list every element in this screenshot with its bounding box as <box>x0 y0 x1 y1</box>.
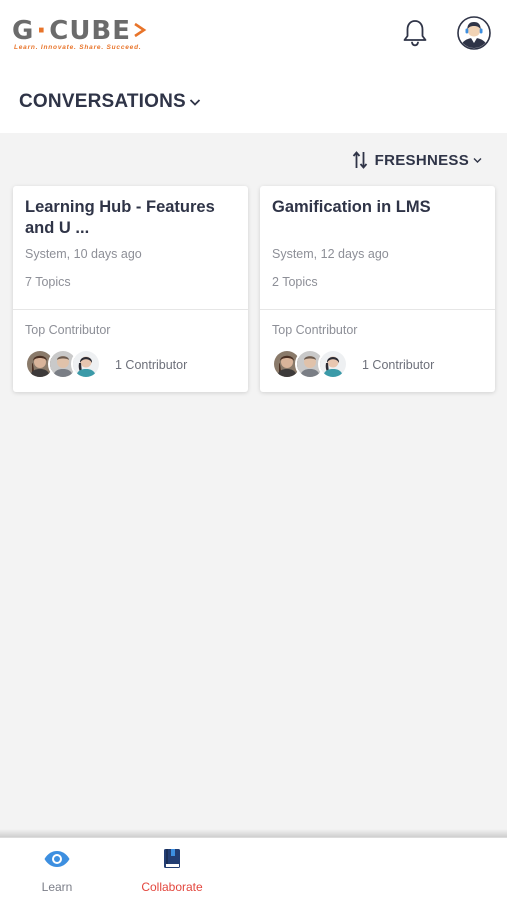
nav-learn-label: Learn <box>41 880 73 894</box>
contributor-avatar <box>318 349 348 379</box>
card-divider <box>13 309 248 310</box>
sort-freshness-dropdown[interactable]: FRESHNESS <box>352 151 482 169</box>
card-author-date: System, 12 days ago <box>272 247 389 261</box>
bottom-navigation: Learn Collaborate <box>0 837 507 900</box>
card-author-date: System, 10 days ago <box>25 247 142 261</box>
logo-dot: · <box>36 16 48 46</box>
conversation-card[interactable]: Learning Hub - Features and U ... System… <box>13 186 248 392</box>
bell-icon[interactable] <box>401 18 429 48</box>
top-contributor-label: Top Contributor <box>272 323 358 337</box>
card-topic-count: 7 Topics <box>25 275 71 289</box>
chevron-down-icon <box>189 99 201 106</box>
nav-collaborate-label: Collaborate <box>141 880 203 894</box>
top-contributor-label: Top Contributor <box>25 323 111 337</box>
card-divider <box>260 309 495 310</box>
gcube-logo[interactable]: G · CUBE Learn. Innovate. Share. Succeed… <box>12 16 187 56</box>
sort-label: FRESHNESS <box>374 151 469 169</box>
nav-learn[interactable]: Learn <box>26 848 88 894</box>
top-bar: G · CUBE Learn. Innovate. Share. Succeed… <box>0 0 507 133</box>
logo-tagline: Learn. Innovate. Share. Succeed. <box>14 44 142 51</box>
conversations-dropdown[interactable]: CONVERSATIONS <box>19 91 201 113</box>
book-icon <box>131 848 213 870</box>
user-avatar-icon[interactable] <box>457 16 491 50</box>
contributor-count: 1 Contributor <box>362 358 435 372</box>
logo-wordmark: G · CUBE <box>12 16 187 46</box>
sort-icon <box>352 151 367 169</box>
contributor-avatars <box>25 349 105 379</box>
conversation-card[interactable]: Gamification in LMS System, 12 days ago … <box>260 186 495 392</box>
card-title: Learning Hub - Features and U ... <box>25 198 215 237</box>
card-topic-count: 2 Topics <box>272 275 318 289</box>
bottom-nav-shadow <box>0 829 507 837</box>
logo-letters-cube: CUBE <box>49 16 132 46</box>
eye-icon <box>26 848 88 870</box>
contributor-count: 1 Contributor <box>115 358 188 372</box>
contributor-avatars <box>272 349 352 379</box>
logo-arrow-icon <box>133 16 147 46</box>
conversations-title: CONVERSATIONS <box>19 91 186 112</box>
chevron-down-icon <box>473 157 482 163</box>
nav-collaborate[interactable]: Collaborate <box>131 848 213 894</box>
logo-letter-g: G <box>12 16 35 46</box>
contributor-avatar <box>71 349 101 379</box>
card-title: Gamification in LMS <box>272 198 431 216</box>
